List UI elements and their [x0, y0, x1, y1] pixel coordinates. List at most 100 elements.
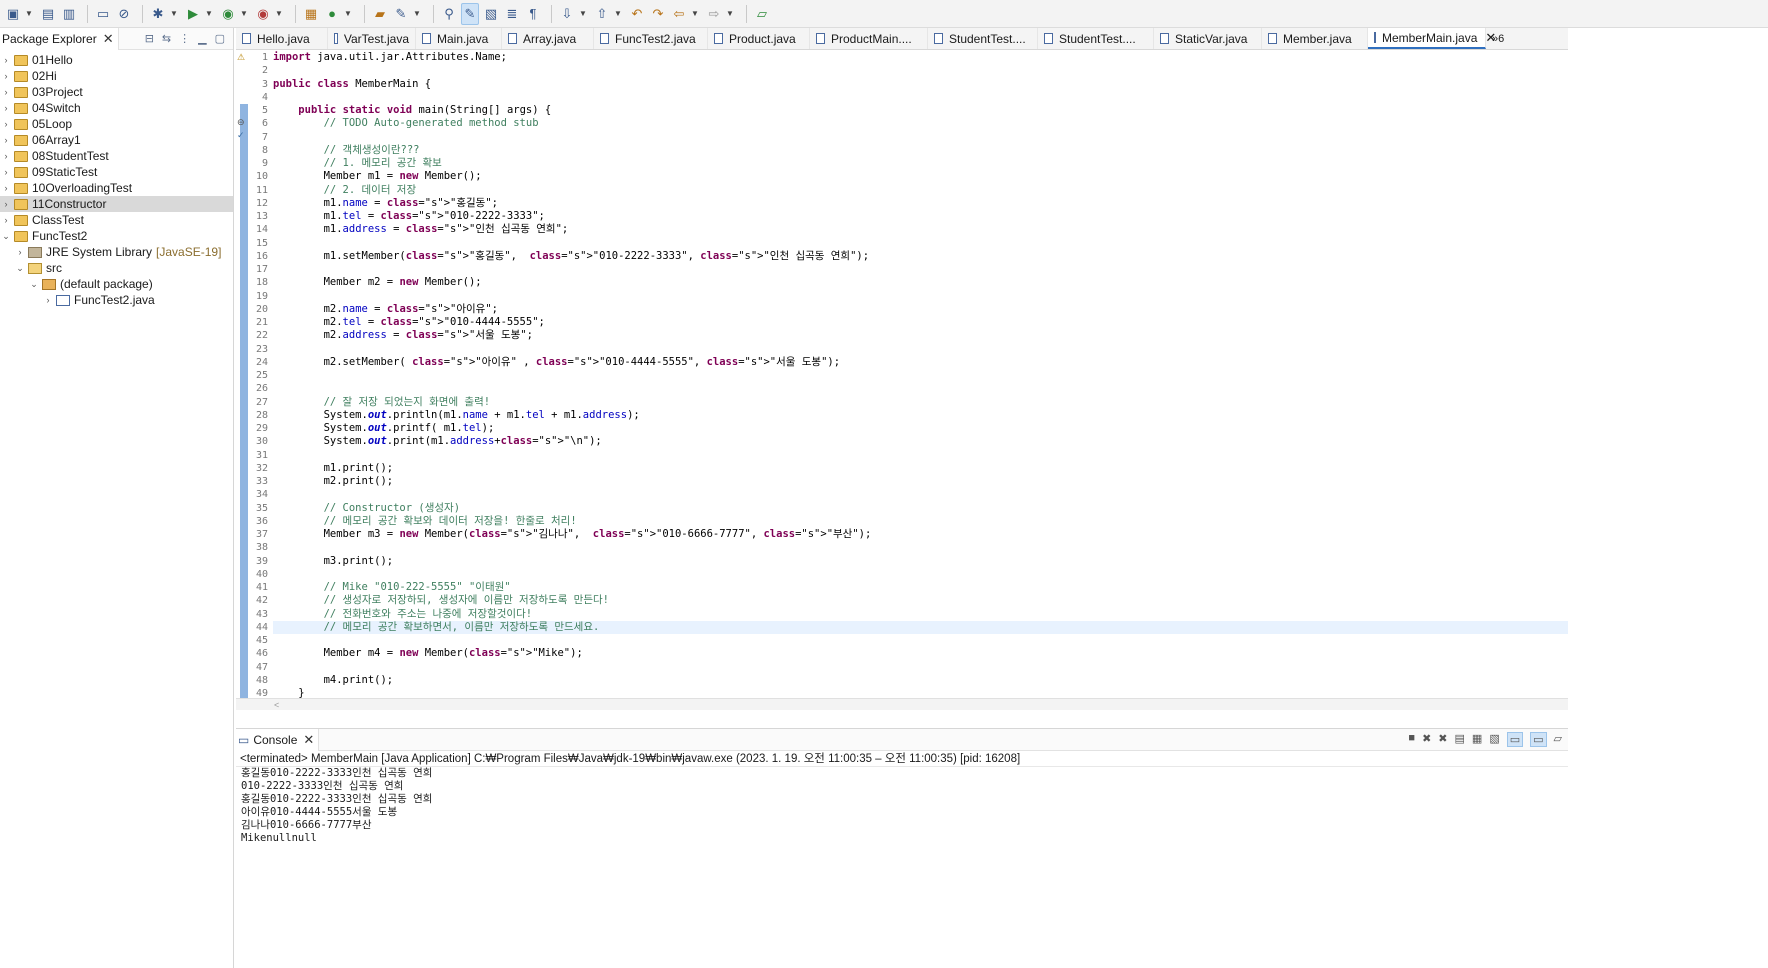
new-icon[interactable]: ▣: [4, 3, 22, 25]
editor-tab[interactable]: MemberMain.java ✕: [1368, 28, 1496, 49]
code-line[interactable]: import java.util.jar.Attributes.Name;: [273, 51, 507, 64]
collapsed-chevron-icon[interactable]: ›: [0, 215, 12, 225]
editor-tab[interactable]: ProductMain....: [810, 28, 928, 49]
tree-item[interactable]: › ClassTest: [0, 212, 233, 228]
new-class-dropdown-icon[interactable]: ▼: [344, 3, 352, 25]
show-whitespace-icon[interactable]: ≣: [503, 3, 521, 25]
external-tools-icon[interactable]: ◉: [254, 3, 272, 25]
tree-item[interactable]: ⌄ FuncTest2: [0, 228, 233, 244]
coverage-icon[interactable]: ◉: [219, 3, 237, 25]
debug-icon[interactable]: ✱: [149, 3, 167, 25]
clear-console-icon[interactable]: ▤: [1455, 732, 1465, 747]
code-line[interactable]: m4.print();: [273, 674, 394, 687]
open-perspective-icon[interactable]: ▱: [753, 3, 771, 25]
console-output[interactable]: 홍길동010-2222-3333인천 십곡동 연희 010-2222-3333인천…: [236, 767, 1568, 845]
collapsed-chevron-icon[interactable]: ›: [0, 119, 12, 129]
code-line[interactable]: // 전화번호와 주소는 나중에 저장할것이다!: [273, 608, 532, 621]
editor-tab[interactable]: FuncTest2.java: [594, 28, 708, 49]
close-icon[interactable]: ✕: [103, 31, 114, 47]
expanded-chevron-icon[interactable]: ⌄: [28, 279, 40, 290]
code-line[interactable]: // 1. 메모리 공간 확보: [273, 157, 442, 170]
collapsed-chevron-icon[interactable]: ›: [0, 55, 12, 65]
word-wrap-icon[interactable]: ▧: [1489, 732, 1499, 747]
show-on-stdout-icon[interactable]: ▭: [1506, 732, 1524, 747]
code-line[interactable]: m2.address = class="s">"서울 도봉";: [273, 329, 533, 342]
debug-dropdown-icon[interactable]: ▼: [170, 3, 178, 25]
code-line[interactable]: System.out.println(m1.name + m1.tel + m1…: [273, 409, 640, 422]
tree-item[interactable]: › 04Switch: [0, 100, 233, 116]
save-icon[interactable]: ▤: [39, 3, 57, 25]
collapsed-chevron-icon[interactable]: ›: [0, 183, 12, 193]
collapsed-chevron-icon[interactable]: ›: [0, 135, 12, 145]
link-with-editor-icon[interactable]: ⇆: [162, 32, 171, 45]
tree-item[interactable]: › 01Hello: [0, 52, 233, 68]
collapsed-chevron-icon[interactable]: ›: [14, 247, 26, 257]
tree-item[interactable]: › JRE System Library [JavaSE-19]: [0, 244, 233, 260]
code-line[interactable]: m1.address = class="s">"인천 십곡동 연희";: [273, 223, 569, 236]
collapsed-chevron-icon[interactable]: ›: [0, 167, 12, 177]
code-line[interactable]: // TODO Auto-generated method stub: [273, 117, 539, 130]
show-on-stderr-icon[interactable]: ▭: [1530, 732, 1547, 747]
back-dropdown-icon[interactable]: ▼: [691, 3, 699, 25]
editor-tab[interactable]: StudentTest....: [1038, 28, 1154, 49]
open-console-icon[interactable]: ▱: [1554, 732, 1562, 747]
code-line[interactable]: m1.print();: [273, 462, 394, 475]
tree-item[interactable]: › 09StaticTest: [0, 164, 233, 180]
code-line[interactable]: m2.name = class="s">"아이유";: [273, 303, 498, 316]
collapsed-chevron-icon[interactable]: ›: [0, 87, 12, 97]
code-area[interactable]: ⚠ ⊖ ✓ 1 import java.util.jar.Attributes.N…: [236, 50, 1568, 710]
editor-tab[interactable]: StudentTest....: [928, 28, 1038, 49]
tree-item[interactable]: › 03Project: [0, 84, 233, 100]
open-type-icon[interactable]: ▰: [371, 3, 389, 25]
editor-tab[interactable]: Product.java: [708, 28, 810, 49]
forward-icon[interactable]: ⇨: [705, 3, 723, 25]
code-line[interactable]: // 메모리 공간 확보와 데이터 저장을! 한줄로 처리!: [273, 515, 577, 528]
pilcrow-icon[interactable]: ¶: [524, 3, 542, 25]
back-icon[interactable]: ⇦: [670, 3, 688, 25]
collapse-all-icon[interactable]: ⊟: [145, 32, 154, 45]
run-dropdown-icon[interactable]: ▼: [205, 3, 213, 25]
package-explorer-tab[interactable]: Package Explorer ✕: [0, 27, 119, 50]
external-tools-dropdown-icon[interactable]: ▼: [275, 3, 283, 25]
code-line[interactable]: // 객체생성이란???: [273, 144, 420, 157]
code-line[interactable]: m1.setMember(class="s">"홍길동", class="s">…: [273, 250, 869, 263]
collapsed-chevron-icon[interactable]: ›: [0, 71, 12, 81]
tree-item[interactable]: ⌄ (default package): [0, 276, 233, 292]
code-line[interactable]: // Mike "010-222-5555" "이태원": [273, 581, 511, 594]
toggle-block-selection-icon[interactable]: ▧: [482, 3, 500, 25]
tree-item[interactable]: ⌄ src: [0, 260, 233, 276]
editor-tab[interactable]: StaticVar.java: [1154, 28, 1262, 49]
last-edit-location-icon[interactable]: ↶: [628, 3, 646, 25]
code-line[interactable]: // 메모리 공간 확보하면서, 이름만 저장하도록 만드세요.: [273, 620, 1568, 634]
code-line[interactable]: m2.print();: [273, 475, 394, 488]
forward-edit-icon[interactable]: ↷: [649, 3, 667, 25]
editor-tab[interactable]: Member.java: [1262, 28, 1368, 49]
code-line[interactable]: public class MemberMain {: [273, 78, 431, 91]
code-line[interactable]: m3.print();: [273, 555, 394, 568]
editor-tab[interactable]: VarTest.java: [328, 28, 416, 49]
more-tabs-button[interactable]: »6: [1486, 28, 1510, 49]
tree-item[interactable]: › 06Array1: [0, 132, 233, 148]
task-icon[interactable]: ✓: [237, 130, 247, 140]
code-line[interactable]: Member m1 = new Member();: [273, 170, 482, 183]
new-java-class-icon[interactable]: ●: [323, 3, 341, 25]
code-line[interactable]: Member m4 = new Member(class="s">"Mike")…: [273, 647, 583, 660]
expanded-chevron-icon[interactable]: ⌄: [0, 231, 12, 242]
collapsed-chevron-icon[interactable]: ›: [0, 199, 12, 209]
close-icon[interactable]: ✕: [303, 732, 314, 748]
code-line[interactable]: // 잘 저장 되었는지 화면에 출력!: [273, 396, 491, 409]
collapsed-chevron-icon[interactable]: ›: [0, 151, 12, 161]
minimize-icon[interactable]: ▁: [198, 32, 206, 45]
new-java-package-icon[interactable]: ▦: [302, 3, 320, 25]
toggle-breadcrumb-icon[interactable]: ⚲: [440, 3, 458, 25]
tree-item[interactable]: › 11Constructor: [0, 196, 233, 212]
remove-all-terminated-icon[interactable]: ✖: [1438, 732, 1447, 747]
collapsed-chevron-icon[interactable]: ›: [42, 295, 54, 305]
code-line[interactable]: Member m2 = new Member();: [273, 276, 482, 289]
view-menu-icon[interactable]: ⋮: [179, 32, 190, 45]
scroll-lock-icon[interactable]: ▦: [1472, 732, 1482, 747]
code-line[interactable]: m1.tel = class="s">"010-2222-3333";: [273, 210, 545, 223]
remove-launch-icon[interactable]: ✖: [1422, 732, 1431, 747]
editor-tab[interactable]: Main.java: [416, 28, 502, 49]
code-line[interactable]: // 2. 데이터 저장: [273, 184, 417, 197]
